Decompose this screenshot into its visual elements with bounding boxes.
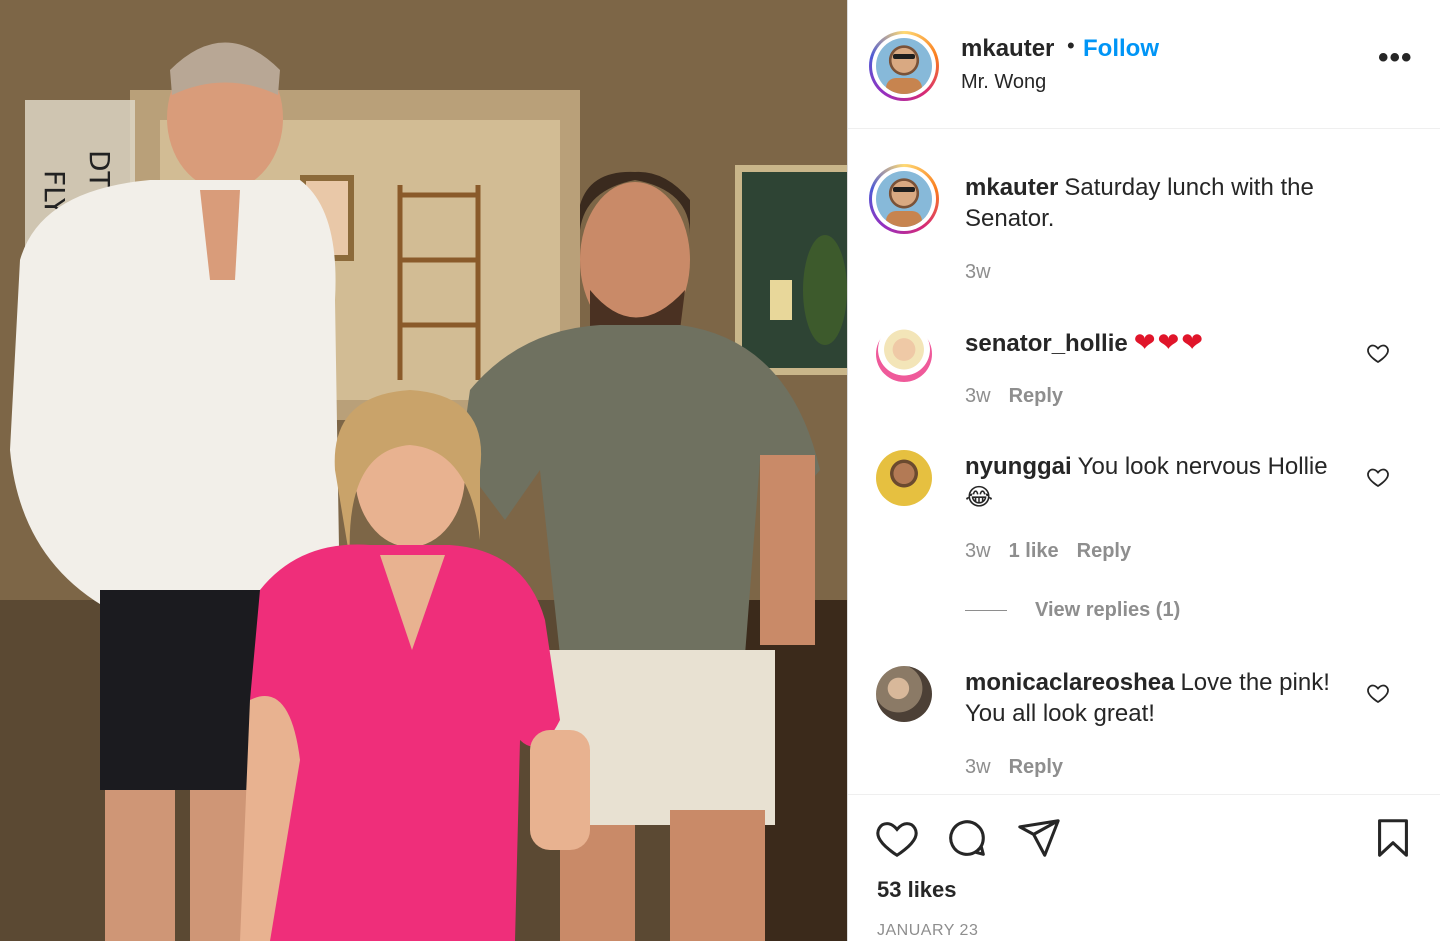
commenter-avatar[interactable] <box>876 450 932 506</box>
comment-icon[interactable] <box>944 815 990 861</box>
follow-button[interactable]: Follow <box>1083 35 1159 63</box>
post-photo[interactable]: FLY DTO <box>0 0 847 941</box>
share-icon[interactable] <box>1016 815 1062 861</box>
reply-button[interactable]: Reply <box>1077 540 1131 562</box>
caption-avatar[interactable] <box>869 164 939 234</box>
caption-avatar-image <box>876 171 932 227</box>
view-replies-label: View replies (1) <box>1035 599 1181 621</box>
comment-text: nyunggai You look nervous Hollie 😂 <box>965 451 1355 513</box>
comment-likes[interactable]: 1 like <box>1009 540 1059 562</box>
comment-time[interactable]: 3w <box>965 756 991 778</box>
post-actions: 53 likes JANUARY 23 <box>848 794 1440 942</box>
replies-line <box>965 610 1007 612</box>
comment-meta: 3w Reply <box>965 756 1081 779</box>
post-date[interactable]: JANUARY 23 <box>877 922 978 940</box>
comment-username[interactable]: nyunggai <box>965 453 1072 480</box>
post-location[interactable]: Mr. Wong <box>961 71 1046 94</box>
comments-list[interactable]: mkauter Saturday lunch with the Senator. … <box>848 129 1440 793</box>
commenter-avatar[interactable] <box>876 666 932 722</box>
caption-time[interactable]: 3w <box>965 261 991 283</box>
comment-meta: 3w 1 like Reply <box>965 540 1149 563</box>
separator-dot: • <box>1067 33 1075 58</box>
heart-icon[interactable] <box>874 815 920 861</box>
reply-button[interactable]: Reply <box>1009 385 1063 407</box>
photo-illustration: FLY DTO <box>0 0 847 941</box>
comment-username[interactable]: senator_hollie <box>965 330 1128 357</box>
comment-time[interactable]: 3w <box>965 385 991 407</box>
author-username[interactable]: mkauter <box>961 35 1054 63</box>
comment-text: monicaclareoshea Love the pink! You all l… <box>965 667 1355 729</box>
bookmark-icon[interactable] <box>1370 815 1416 861</box>
comment-body: ❤❤❤ <box>1133 327 1206 357</box>
comment-username[interactable]: monicaclareoshea <box>965 669 1174 696</box>
caption-username[interactable]: mkauter <box>965 174 1058 201</box>
comment-text: senator_hollie ❤❤❤ <box>965 327 1355 359</box>
commenter-avatar[interactable] <box>876 326 932 382</box>
comment-time[interactable]: 3w <box>965 540 991 562</box>
reply-button[interactable]: Reply <box>1009 756 1063 778</box>
more-icon[interactable]: ••• <box>1378 43 1413 73</box>
caption-meta: 3w <box>965 261 1009 284</box>
view-replies-button[interactable]: View replies (1) <box>965 599 1180 622</box>
heart-icon[interactable] <box>1366 341 1390 365</box>
post-header: mkauter • Follow Mr. Wong ••• <box>848 0 1440 129</box>
comment-meta: 3w Reply <box>965 385 1081 408</box>
caption-text: mkauter Saturday lunch with the Senator. <box>965 172 1355 234</box>
post-side-panel: mkauter • Follow Mr. Wong ••• mkauter Sat… <box>848 0 1440 941</box>
author-avatar-image <box>876 38 932 94</box>
likes-count[interactable]: 53 likes <box>877 877 957 903</box>
heart-icon[interactable] <box>1366 465 1390 489</box>
author-avatar[interactable] <box>869 31 939 101</box>
heart-icon[interactable] <box>1366 681 1390 705</box>
